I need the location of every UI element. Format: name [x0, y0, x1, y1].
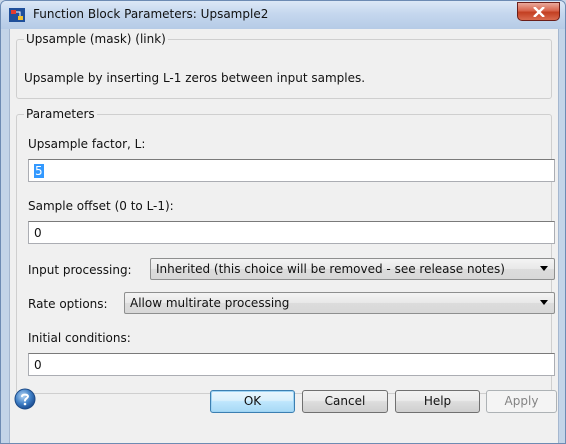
- ok-button[interactable]: OK: [210, 390, 295, 413]
- rate-options-label: Rate options:: [28, 297, 108, 311]
- sample-offset-label: Sample offset (0 to L-1):: [28, 199, 174, 213]
- chevron-down-icon: [540, 266, 548, 271]
- parameters-group: [16, 114, 552, 394]
- rate-options-dropdown[interactable]: Allow multirate processing: [124, 292, 555, 314]
- mask-group: [16, 39, 552, 99]
- upsample-factor-field[interactable]: 5: [28, 159, 555, 182]
- help-button[interactable]: Help: [395, 390, 480, 413]
- initial-conditions-value: 0: [34, 358, 42, 372]
- initial-conditions-label: Initial conditions:: [28, 331, 131, 345]
- mask-group-title: Upsample (mask) (link): [24, 32, 168, 46]
- sample-offset-field[interactable]: 0: [28, 221, 555, 244]
- simulink-block-icon: [9, 8, 25, 22]
- sample-offset-value: 0: [34, 226, 42, 240]
- upsample-factor-label: Upsample factor, L:: [28, 137, 146, 151]
- dialog-client-area: Upsample (mask) (link) Upsample by inser…: [9, 29, 559, 443]
- close-button[interactable]: [517, 2, 560, 21]
- help-circle-icon[interactable]: [14, 388, 36, 410]
- parameters-group-title: Parameters: [24, 107, 97, 121]
- initial-conditions-field[interactable]: 0: [28, 353, 555, 376]
- title-bar[interactable]: Function Block Parameters: Upsample2: [1, 1, 565, 29]
- input-processing-dropdown[interactable]: Inherited (this choice will be removed -…: [150, 258, 555, 280]
- cancel-button[interactable]: Cancel: [302, 390, 388, 413]
- chevron-down-icon: [540, 300, 548, 305]
- input-processing-selected: Inherited (this choice will be removed -…: [156, 262, 505, 276]
- dialog-window: Function Block Parameters: Upsample2 Ups…: [0, 0, 566, 444]
- close-icon: [533, 7, 545, 17]
- mask-description: Upsample by inserting L-1 zeros between …: [24, 71, 366, 85]
- upsample-factor-value: 5: [34, 164, 44, 178]
- apply-button[interactable]: Apply: [486, 390, 557, 413]
- window-title: Function Block Parameters: Upsample2: [33, 7, 269, 21]
- input-processing-label: Input processing:: [28, 263, 132, 277]
- rate-options-selected: Allow multirate processing: [130, 296, 290, 310]
